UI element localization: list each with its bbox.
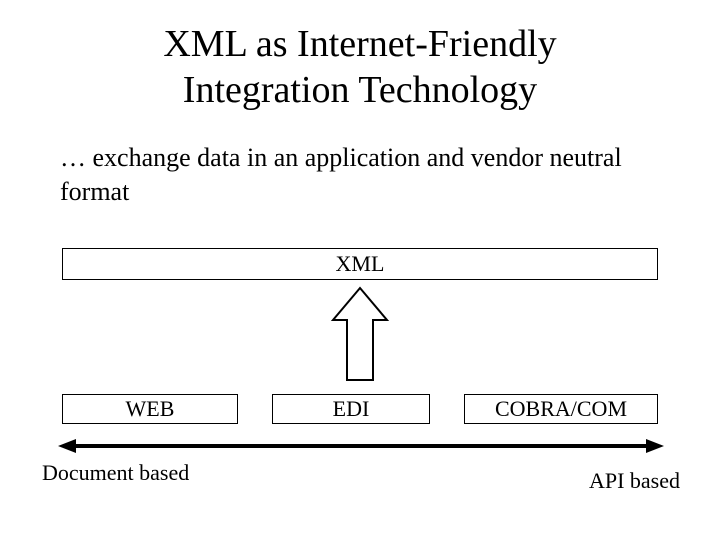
slide-title: XML as Internet-Friendly Integration Tec… — [0, 0, 720, 113]
cobra-com-box-label: COBRA/COM — [495, 396, 627, 421]
slide-subtitle: … exchange data in an application and ve… — [0, 113, 720, 209]
web-box-label: WEB — [126, 396, 175, 421]
edi-box-label: EDI — [333, 396, 370, 421]
axis-label-left: Document based — [42, 460, 189, 486]
double-arrow-icon — [58, 436, 664, 456]
xml-box-label: XML — [336, 251, 385, 276]
xml-box: XML — [62, 248, 658, 280]
cobra-com-box: COBRA/COM — [464, 394, 658, 424]
web-box: WEB — [62, 394, 238, 424]
title-line-2: Integration Technology — [183, 69, 537, 111]
up-arrow-icon — [329, 286, 391, 384]
title-line-1: XML as Internet-Friendly — [163, 23, 556, 65]
edi-box: EDI — [272, 394, 430, 424]
axis-label-right: API based — [589, 468, 680, 494]
